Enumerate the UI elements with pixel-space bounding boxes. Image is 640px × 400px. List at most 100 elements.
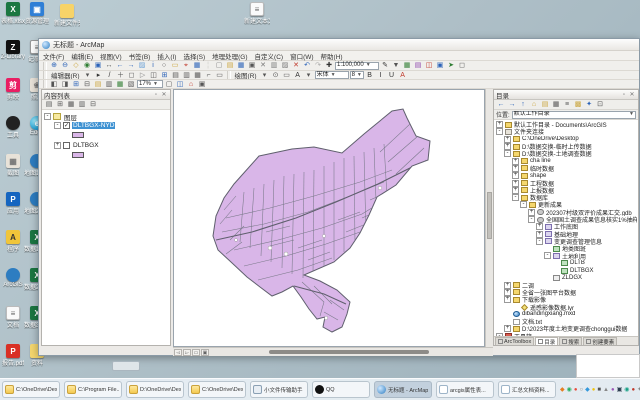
menu-item[interactable]: 文件(F) bbox=[43, 51, 64, 61]
tray-icon[interactable]: ◆ bbox=[585, 386, 590, 394]
menu-item[interactable]: 编辑(E) bbox=[71, 51, 93, 61]
toolbar-icon[interactable]: ▤ bbox=[225, 61, 235, 70]
desktop-icon[interactable]: 剪 剪映 bbox=[2, 78, 24, 108]
catalog-tree-row[interactable]: + cha line bbox=[495, 157, 637, 164]
catalog-tree-row[interactable]: + 全省一张图平台数据 bbox=[495, 289, 637, 296]
expander-icon[interactable]: - bbox=[504, 150, 511, 157]
toolbar-icon[interactable]: ▼ bbox=[391, 61, 401, 70]
catalog-tree-row[interactable]: + 临时数据 bbox=[495, 165, 637, 172]
toc-toolbar-icon[interactable]: ▥ bbox=[77, 100, 87, 109]
toolbar-icon[interactable]: ▭ bbox=[282, 71, 292, 80]
panel-tab[interactable]: 目录 bbox=[535, 337, 558, 345]
catalog-toolbar-icon[interactable]: ▦ bbox=[551, 100, 561, 109]
chevron-down-icon[interactable]: ▾ bbox=[83, 71, 93, 80]
toolbar-icon[interactable]: ◧ bbox=[49, 80, 59, 89]
toolbar-icon[interactable]: ◫ bbox=[424, 61, 434, 70]
tray-icon[interactable]: ● bbox=[574, 386, 578, 394]
desktop-icon[interactable]: ▣ 资源管理 bbox=[26, 2, 48, 32]
toolbar-icon[interactable]: ▾ bbox=[304, 71, 314, 80]
taskbar-button[interactable]: 无标题 - ArcMap bbox=[374, 381, 432, 398]
taskbar-button[interactable]: 小文件传输助手 bbox=[250, 381, 308, 398]
expander-icon[interactable] bbox=[552, 267, 559, 274]
toolbar-icon[interactable]: ◇ bbox=[71, 61, 81, 70]
menu-item[interactable]: 视图(V) bbox=[100, 51, 122, 61]
catalog-tree-row[interactable]: + 工作底图 bbox=[495, 223, 637, 230]
tray-icon[interactable]: ▲ bbox=[603, 386, 609, 394]
layer-row[interactable]: + DLTBGX bbox=[44, 141, 168, 150]
pin-icon[interactable]: ▫ bbox=[152, 92, 160, 98]
toolbar-icon[interactable]: B bbox=[365, 71, 375, 80]
taskbar-button[interactable]: D:\OneDrive\Des... bbox=[126, 381, 184, 398]
catalog-toolbar-icon[interactable]: ⌂ bbox=[529, 100, 539, 109]
tray-icon[interactable]: ● bbox=[632, 386, 636, 394]
toolbar-icon[interactable]: ¦ bbox=[203, 61, 213, 70]
toolbar-grip[interactable] bbox=[43, 71, 47, 79]
toc-root-row[interactable]: - 图层 bbox=[44, 112, 168, 121]
catalog-tree-row[interactable]: DLTBGX bbox=[495, 267, 637, 274]
toolbar-icon[interactable]: ✕ bbox=[291, 61, 301, 70]
expander-icon[interactable]: - bbox=[496, 128, 503, 135]
layer-row[interactable]: - ✓ DLTBGX-NYD bbox=[44, 121, 168, 130]
taskbar-button[interactable]: C:\OneDrive\Des... bbox=[188, 381, 246, 398]
desktop-icon[interactable]: ArcGIS bbox=[2, 268, 24, 298]
expander-icon[interactable] bbox=[544, 274, 551, 281]
scrollbar-thumb[interactable] bbox=[487, 192, 492, 238]
desktop-icon[interactable]: X 表格.xlsx bbox=[2, 2, 24, 32]
toolbar-icon[interactable]: ▦ bbox=[193, 71, 203, 80]
toolbar-icon[interactable]: ▭ bbox=[170, 61, 180, 70]
toolbar-icon[interactable]: ↷ bbox=[313, 61, 323, 70]
toolbar-icon[interactable]: ⌖ bbox=[181, 61, 191, 70]
menu-item[interactable]: 地理处理(G) bbox=[212, 51, 247, 61]
toolbar-icon[interactable]: ▣ bbox=[247, 61, 257, 70]
catalog-tree-row[interactable]: + 二调 bbox=[495, 282, 637, 289]
tray-icon[interactable]: ○ bbox=[580, 386, 584, 394]
catalog-toolbar-icon[interactable]: ▤ bbox=[540, 100, 550, 109]
font-combo[interactable]: 宋体▼ bbox=[315, 71, 349, 79]
font-size-combo[interactable]: 8▼ bbox=[350, 71, 364, 79]
expander-icon[interactable]: + bbox=[536, 231, 543, 238]
taskbar-button[interactable]: QQ bbox=[312, 381, 370, 398]
catalog-toolbar-icon[interactable]: ← bbox=[496, 100, 506, 109]
toolbar-icon[interactable]: → bbox=[126, 61, 136, 70]
layer-name[interactable]: DLTBGX-NYD bbox=[72, 122, 115, 129]
expander-icon[interactable] bbox=[544, 245, 551, 252]
toolbar-icon[interactable]: ▤ bbox=[93, 80, 103, 89]
panel-tab[interactable]: 创建要素 bbox=[583, 337, 617, 345]
draw-menu-button[interactable]: 绘图(R) bbox=[233, 71, 259, 80]
layer-checkbox[interactable] bbox=[63, 142, 70, 149]
layer-name[interactable]: DLTBGX bbox=[72, 142, 100, 149]
catalog-tree-row[interactable]: 地类图斑 bbox=[495, 245, 637, 252]
toolbar-icon[interactable]: ▦ bbox=[192, 61, 202, 70]
expander-icon[interactable]: - bbox=[536, 238, 543, 245]
expander-icon[interactable]: + bbox=[496, 121, 503, 128]
expander-icon[interactable]: - bbox=[54, 122, 61, 129]
taskbar-button[interactable]: C:\Program File... bbox=[64, 381, 122, 398]
catalog-tree-row[interactable]: - 文件夹连接 bbox=[495, 128, 637, 135]
toolbar-icon[interactable]: ▦ bbox=[236, 61, 246, 70]
expander-icon[interactable] bbox=[504, 318, 511, 325]
location-combo[interactable]: 默认工作目录 ▼ bbox=[512, 111, 636, 119]
expander-icon[interactable]: - bbox=[512, 194, 519, 201]
catalog-tree-row[interactable]: dibandingxiang.mxd bbox=[495, 311, 637, 318]
toolbar-icon[interactable]: ⊟ bbox=[82, 80, 92, 89]
tray-icon[interactable]: ◉ bbox=[624, 386, 629, 394]
catalog-tree-row[interactable]: 文档.txt bbox=[495, 318, 637, 325]
toolbar-icon[interactable]: ◫ bbox=[149, 71, 159, 80]
toolbar-icon[interactable]: ◨ bbox=[60, 80, 70, 89]
toolbar-icon[interactable]: A bbox=[293, 71, 303, 80]
expander-icon[interactable]: + bbox=[512, 165, 519, 172]
expander-icon[interactable]: + bbox=[504, 289, 511, 296]
desktop-icon[interactable]: 工具 bbox=[2, 116, 24, 146]
catalog-toolbar-icon[interactable]: → bbox=[507, 100, 517, 109]
toolbar-icon[interactable]: ▭ bbox=[215, 71, 225, 80]
expander-icon[interactable]: + bbox=[504, 136, 511, 143]
catalog-tree-row[interactable]: + D:\2023年度土地变更调查chonggui数据 bbox=[495, 325, 637, 332]
toolbar-icon[interactable]: ▦ bbox=[402, 61, 412, 70]
toolbar-icon[interactable]: ↶ bbox=[302, 61, 312, 70]
panel-tab[interactable]: ArcToolbox bbox=[495, 337, 534, 345]
catalog-tree-row[interactable]: DLTB bbox=[495, 260, 637, 267]
desktop-icon[interactable]: A 程序 bbox=[2, 230, 24, 260]
catalog-tree-row[interactable]: + shape bbox=[495, 172, 637, 179]
toolbar-icon[interactable]: / bbox=[105, 71, 115, 80]
toolbar-icon[interactable]: ✎ bbox=[380, 61, 390, 70]
